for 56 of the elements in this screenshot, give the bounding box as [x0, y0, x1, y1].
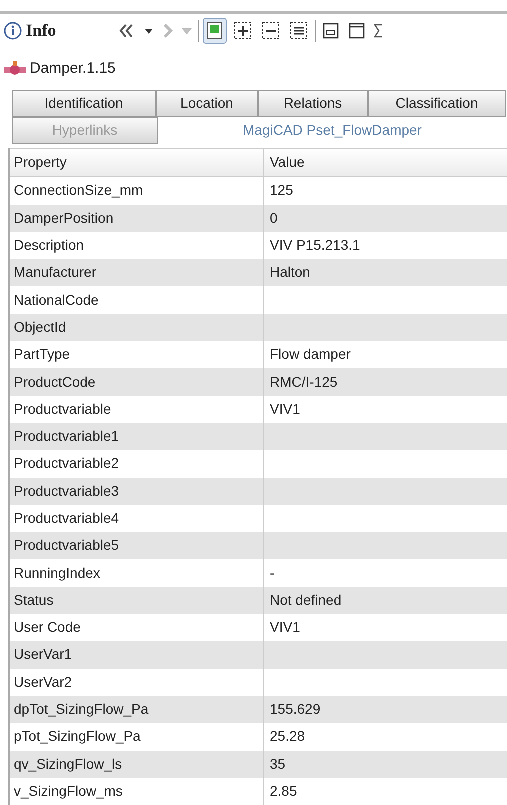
- info-icon: [4, 22, 22, 40]
- table-cell-text: 0: [270, 208, 278, 228]
- page-icon: [205, 21, 226, 41]
- table-cell-text: pTot_SizingFlow_Pa: [14, 727, 141, 746]
- tab[interactable]: Location: [156, 90, 258, 117]
- table-cell-text: 2.85: [270, 782, 298, 801]
- table-cell-text: Flow damper: [270, 345, 351, 364]
- table-cell-text: Productvariable3: [14, 482, 120, 501]
- table-cell-text: 25.28: [270, 727, 306, 746]
- table-cell-text: Status: [14, 590, 54, 610]
- table-cell-text: PartType: [14, 345, 70, 364]
- table-cell-text: NationalCode: [14, 290, 99, 310]
- table-cell-text: Halton: [270, 263, 310, 282]
- forward-icon: [162, 23, 174, 39]
- tab[interactable]: Classification: [368, 90, 506, 117]
- table-cell-text: -: [270, 564, 275, 583]
- expand-icon: [233, 21, 254, 41]
- table-cell-text: ConnectionSize_mm: [14, 181, 144, 200]
- object-name: Damper.1.15: [30, 58, 116, 79]
- sum-icon: [374, 22, 382, 40]
- damper-icon: [4, 60, 26, 78]
- table-cell-text: RunningIndex: [14, 564, 100, 583]
- table-cell-text: qv_SizingFlow_ls: [14, 754, 122, 774]
- table-cell-text: VIV1: [270, 618, 300, 638]
- table-cell-text: 155.629: [270, 700, 321, 720]
- table-cell-text: RMC/I-125: [270, 372, 338, 392]
- table-cell-text: Productvariable5: [14, 536, 120, 556]
- tab[interactable]: Identification: [12, 90, 156, 117]
- table-cell-text: Productvariable1: [14, 427, 120, 446]
- column-header: Value: [270, 153, 305, 172]
- table-cell-text: Productvariable4: [14, 509, 120, 528]
- table-cell-text: DamperPosition: [14, 208, 114, 228]
- table-cell-text: Not defined: [270, 590, 342, 610]
- table-cell-text: v_SizingFlow_ms: [14, 782, 123, 801]
- table-cell-text: ProductCode: [14, 372, 96, 392]
- table-cell-text: UserVar1: [14, 645, 72, 664]
- table-cell-text: VIV1: [270, 400, 300, 419]
- table-cell-text: Description: [14, 236, 84, 256]
- tab[interactable]: Relations: [258, 90, 368, 117]
- table-cell-text: UserVar2: [14, 672, 72, 692]
- maximize-icon: [348, 22, 366, 40]
- table-cell-text: Productvariable: [14, 400, 112, 419]
- collapse-icon: [261, 21, 282, 41]
- table-cell-text: VIV P15.213.1: [270, 236, 360, 256]
- table-cell-text: User Code: [14, 618, 81, 638]
- panel-title: Info: [26, 20, 56, 42]
- column-header: Property: [14, 153, 67, 172]
- table-cell-text: dpTot_SizingFlow_Pa: [14, 700, 149, 720]
- page-button[interactable]: [203, 18, 228, 44]
- table-cell-text: Manufacturer: [14, 263, 96, 282]
- table-cell-text: ObjectId: [14, 318, 66, 337]
- list-icon: [289, 21, 310, 41]
- window-icon: [322, 22, 340, 40]
- table-cell-text: 35: [270, 754, 286, 774]
- table-cell-text: Productvariable2: [14, 454, 120, 474]
- table-cell-text: 125: [270, 181, 294, 200]
